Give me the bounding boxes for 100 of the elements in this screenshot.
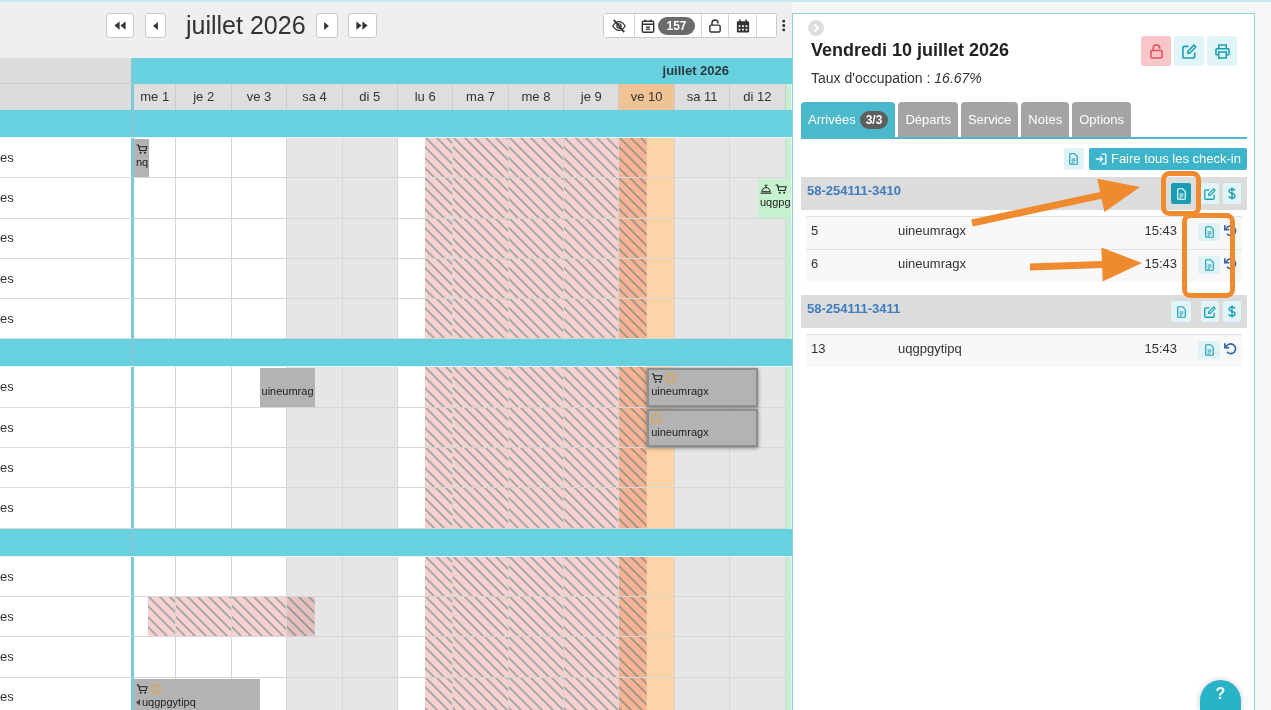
sign-in-icon <box>1094 153 1107 165</box>
row-label: es <box>0 488 134 529</box>
row-label: es <box>0 407 134 449</box>
unlock-icon <box>709 18 721 33</box>
row-label: es <box>0 596 134 638</box>
ring-icon <box>666 373 677 384</box>
ring-icon <box>651 413 662 424</box>
row-label: es <box>0 299 134 340</box>
edit-icon <box>1181 43 1197 59</box>
room-number: 13 <box>811 341 827 356</box>
next-button[interactable] <box>315 13 338 38</box>
fast-forward-icon <box>356 21 369 30</box>
booking-bar[interactable]: uqgpgytipq <box>134 678 260 710</box>
document-icon <box>1069 153 1079 165</box>
booking-bar[interactable]: uineumragx <box>647 368 758 407</box>
day-header: sa 11 <box>674 84 731 110</box>
cart-icon <box>651 373 664 384</box>
payment-button[interactable] <box>1223 301 1241 322</box>
row-label: es <box>0 258 134 300</box>
day-header: ma 7 <box>453 84 509 110</box>
document-icon <box>1204 259 1214 271</box>
booking-label: uineumragx <box>651 385 709 399</box>
calendar-x-icon <box>641 18 656 33</box>
month-title: juillet 2026 <box>186 13 306 38</box>
undo-icon[interactable] <box>1224 342 1237 355</box>
room-number: 5 <box>811 223 820 238</box>
row-label: es <box>0 448 134 489</box>
document-button[interactable] <box>1171 301 1191 322</box>
document-button[interactable] <box>1063 148 1084 170</box>
document-icon <box>1176 305 1186 318</box>
edit-icon <box>1204 305 1216 318</box>
day-header: me 1 <box>134 84 177 110</box>
previous-icon <box>153 21 158 30</box>
booking-bar[interactable]: uineumrag <box>259 368 315 407</box>
edit-button[interactable] <box>1174 36 1204 66</box>
tab[interactable]: Arrivées 3/3 <box>801 102 896 137</box>
day-header: ve 3 <box>231 84 288 110</box>
unlock-icon <box>1149 43 1163 59</box>
booking-label: uineumrag <box>261 385 314 399</box>
day-title: Vendredi 10 juillet 2026 <box>811 40 1011 62</box>
ring-icon <box>151 683 161 694</box>
reservation-link[interactable]: 58-254111-3410 <box>807 180 901 201</box>
reservation-link[interactable]: 58-254111-3411 <box>807 298 901 319</box>
count-badge: 3/3 <box>859 110 889 129</box>
day-header: ve 10 <box>619 84 675 110</box>
row-label: es <box>0 677 134 710</box>
day-header: di 5 <box>342 84 398 110</box>
day-header: me 8 <box>508 84 565 110</box>
document-icon <box>1204 226 1214 238</box>
cart-icon <box>774 184 787 195</box>
arrival-time: 15:43 <box>1144 256 1177 271</box>
undo-icon[interactable] <box>1224 257 1237 270</box>
guest-name: uineumragx <box>898 256 967 271</box>
room-number: 6 <box>811 256 820 271</box>
dollar-icon <box>1228 305 1236 318</box>
dollar-icon <box>1228 187 1236 200</box>
booking-bar[interactable]: uineumragx <box>647 408 758 448</box>
rewind-icon <box>114 21 126 30</box>
row-label: es <box>0 138 134 179</box>
undo-icon[interactable] <box>1224 224 1237 237</box>
left-triangle-icon <box>136 698 140 706</box>
previous-button[interactable] <box>145 13 166 38</box>
row-label: es <box>0 218 134 259</box>
day-header: je 2 <box>176 84 232 110</box>
guest-name: uqgpgytipq <box>898 341 963 356</box>
edit-button[interactable] <box>1201 301 1219 322</box>
booking-bar[interactable]: nq <box>134 139 149 178</box>
fast-forward-button[interactable] <box>347 13 377 38</box>
month-label: juillet 2026 <box>662 62 729 81</box>
occupancy-text: Taux d'occupation : 16.67% <box>810 70 983 86</box>
cart-icon <box>136 144 148 154</box>
row-label: es <box>0 178 134 219</box>
day-header: sa 4 <box>287 84 343 110</box>
cart-icon <box>136 683 148 694</box>
edit-button[interactable] <box>1201 183 1219 204</box>
payment-button[interactable] <box>1223 183 1241 204</box>
next-icon <box>324 21 330 30</box>
document-button[interactable] <box>1171 183 1191 204</box>
arrival-time: 15:43 <box>1144 341 1177 356</box>
edit-icon <box>1204 187 1216 200</box>
print-button[interactable] <box>1207 36 1237 66</box>
day-header: je 9 <box>564 84 620 110</box>
booking-label: uqgpgytipq <box>142 695 196 709</box>
row-label: es <box>0 367 134 408</box>
row-label: es <box>0 637 134 678</box>
booking-label: nq <box>136 156 149 169</box>
day-header: di 12 <box>730 84 786 110</box>
hide-button[interactable] <box>604 14 635 37</box>
arrival-time: 15:43 <box>1144 223 1177 238</box>
calendar-icon <box>735 18 750 33</box>
booking-label: uineumragx <box>651 425 709 439</box>
booking-label: uqgpg <box>759 196 791 210</box>
document-icon <box>1176 187 1186 200</box>
document-icon <box>1204 344 1214 356</box>
print-icon <box>1214 43 1230 59</box>
day-header: lu 6 <box>398 84 454 110</box>
guest-name: uineumragx <box>898 223 967 238</box>
booking-bar[interactable]: uqgpg <box>757 179 791 218</box>
kebab-icon <box>781 19 786 32</box>
fast-back-button[interactable] <box>106 13 134 38</box>
